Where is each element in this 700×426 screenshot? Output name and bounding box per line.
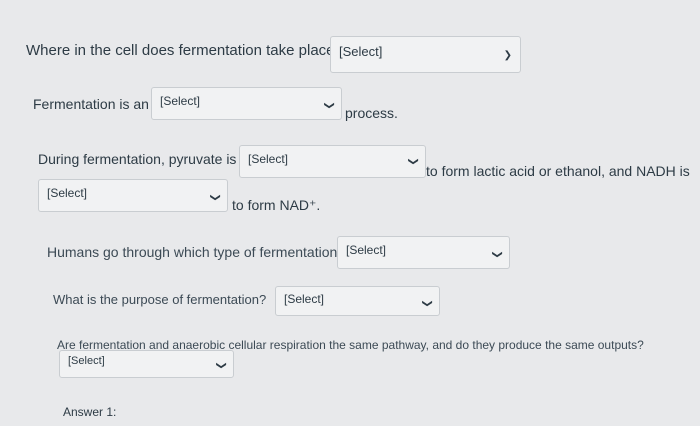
- dropdown-value: [Select]: [68, 355, 105, 367]
- chevron-down-icon: ❯: [215, 361, 227, 370]
- chevron-down-icon: ❯: [421, 299, 433, 308]
- question-6-dropdown[interactable]: [Select] ❯: [59, 350, 234, 378]
- question-2-suffix: process.: [345, 105, 398, 121]
- dropdown-value: [Select]: [339, 44, 383, 59]
- chevron-down-icon: ❯: [209, 193, 221, 202]
- question-3-dropdown-2[interactable]: [Select] ❯: [38, 179, 228, 212]
- dropdown-value: [Select]: [248, 152, 289, 166]
- question-3-suffix: to form NAD⁺.: [232, 197, 321, 213]
- dropdown-value: [Select]: [346, 243, 387, 257]
- answer-label: Answer 1:: [63, 405, 117, 419]
- question-5-text: What is the purpose of fermentation?: [53, 292, 267, 307]
- chevron-down-icon: ❯: [323, 101, 335, 110]
- chevron-down-icon: ❯: [407, 157, 419, 166]
- dropdown-value: [Select]: [284, 292, 325, 306]
- question-2-dropdown[interactable]: [Select] ❯: [151, 87, 342, 120]
- question-5-dropdown[interactable]: [Select] ❯: [275, 286, 440, 316]
- question-4-dropdown[interactable]: [Select] ❯: [337, 236, 510, 269]
- question-3-dropdown-1[interactable]: [Select] ❯: [239, 145, 426, 178]
- question-2-prefix: Fermentation is an: [33, 96, 149, 112]
- question-3-prefix: During fermentation, pyruvate is: [38, 151, 237, 167]
- question-3-middle: to form lactic acid or ethanol, and NADH…: [426, 163, 690, 179]
- question-1-text: Where in the cell does fermentation take…: [26, 42, 343, 59]
- question-4-text: Humans go through which type of fermenta…: [47, 244, 346, 260]
- chevron-down-icon: ❯: [491, 250, 503, 259]
- chevron-down-icon: ❯: [503, 50, 512, 61]
- question-1-dropdown[interactable]: [Select] ❯: [330, 36, 521, 73]
- dropdown-value: [Select]: [47, 186, 88, 200]
- dropdown-value: [Select]: [160, 94, 201, 108]
